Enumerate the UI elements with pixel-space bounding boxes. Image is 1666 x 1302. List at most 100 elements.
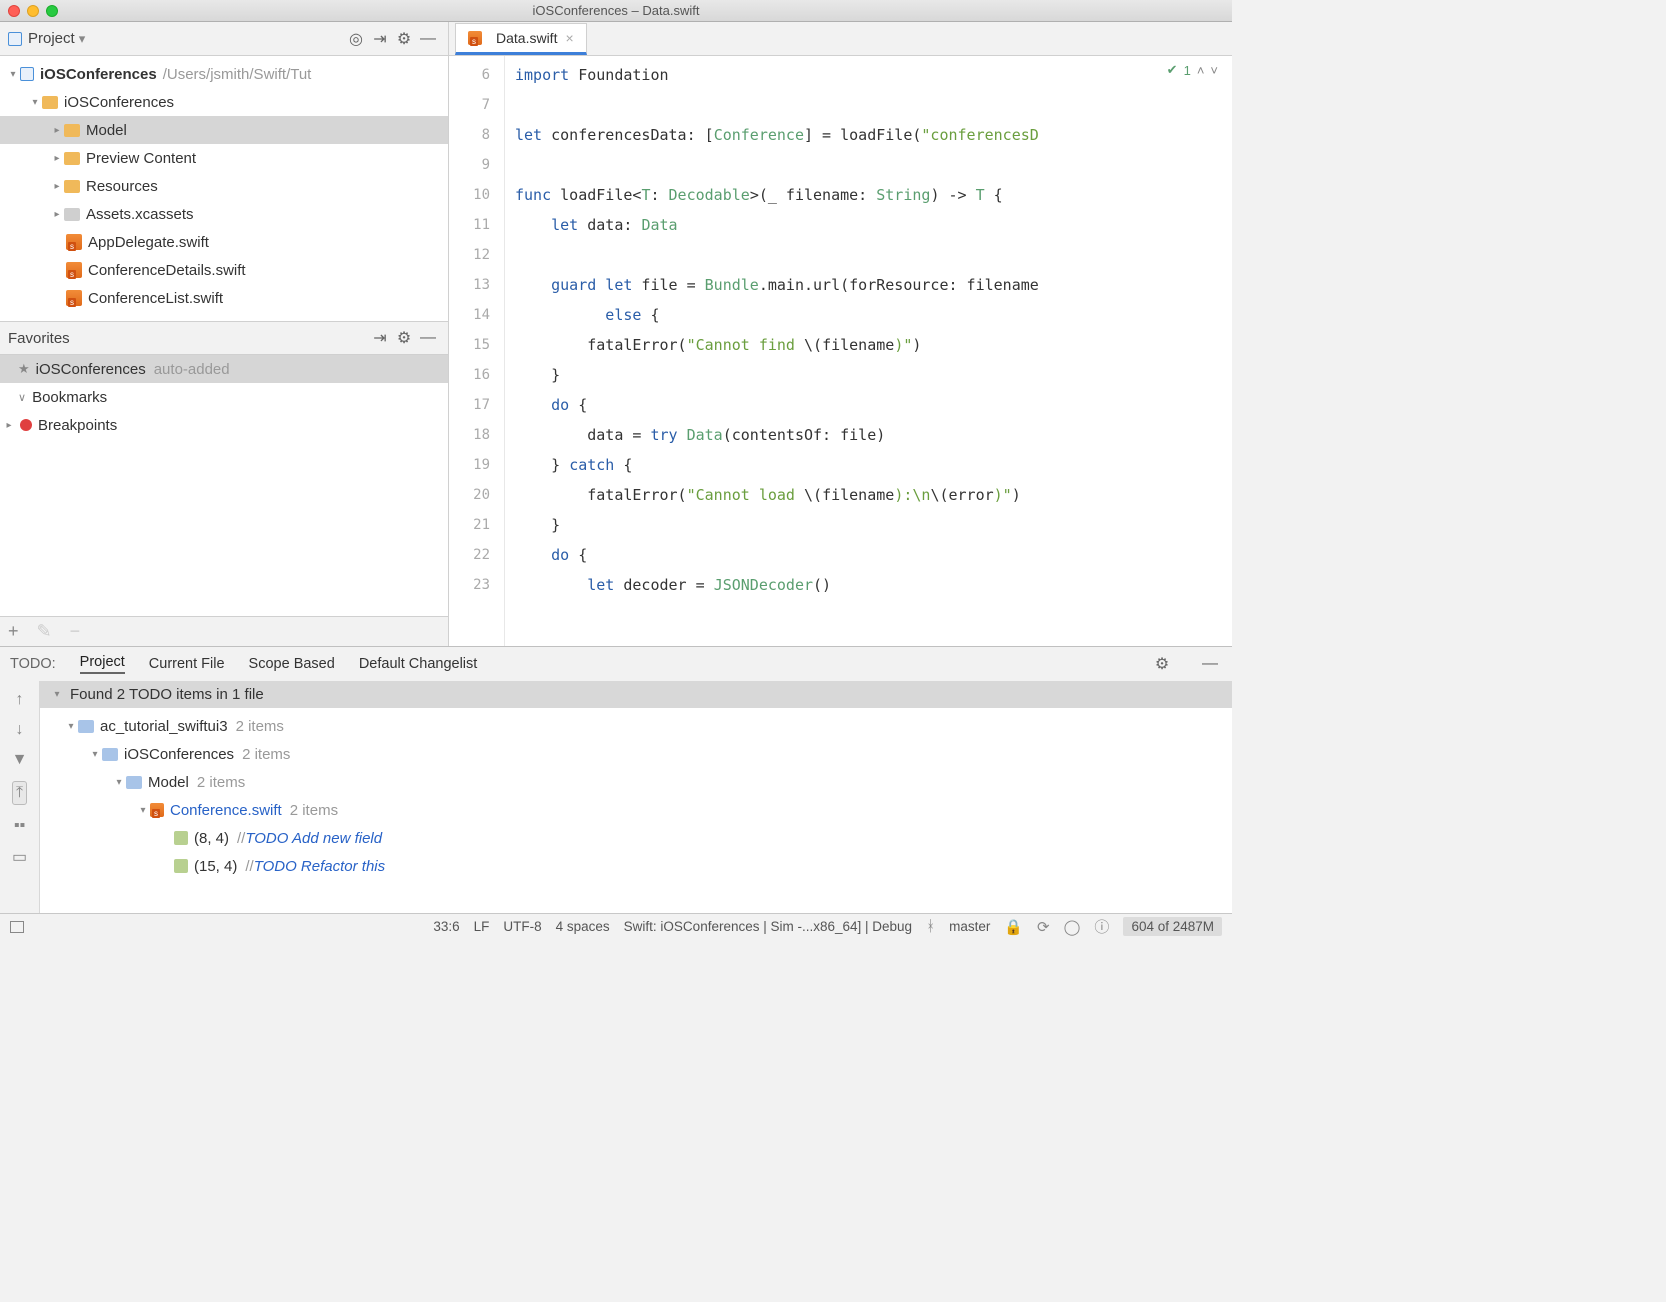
- chevron-down-icon[interactable]: ▾: [79, 31, 86, 47]
- collapse-icon[interactable]: ⇥: [368, 29, 392, 49]
- collapse-icon[interactable]: ⇥: [368, 328, 392, 348]
- chevron-down-icon[interactable]: ▾: [88, 749, 102, 760]
- sync-icon[interactable]: ⟳: [1037, 918, 1050, 936]
- tab-label: Data.swift: [496, 30, 557, 46]
- todo-tab-default-changelist[interactable]: Default Changelist: [359, 656, 478, 672]
- editor-body[interactable]: ✔ 1 ˄ ˅ 678 91011 121314 151617 181920 2…: [449, 56, 1232, 646]
- memory-indicator[interactable]: 604 of 2487M: [1123, 917, 1222, 936]
- chevron-down-icon[interactable]: ▾: [6, 69, 20, 80]
- minimize-window-button[interactable]: [27, 5, 39, 17]
- tree-item-preview-content[interactable]: ▸ Preview Content: [0, 144, 448, 172]
- breakpoint-icon: [20, 419, 32, 431]
- chevron-down-icon[interactable]: ▾: [50, 689, 64, 700]
- chevron-right-icon[interactable]: ▸: [50, 125, 64, 136]
- indent-setting[interactable]: 4 spaces: [556, 919, 610, 934]
- caret-position[interactable]: 33:6: [433, 919, 459, 934]
- prev-highlight-icon[interactable]: ˄: [1197, 63, 1205, 78]
- arrow-up-icon[interactable]: ↑: [16, 691, 24, 709]
- git-branch[interactable]: master: [949, 919, 990, 934]
- gear-icon[interactable]: ⚙: [1150, 654, 1174, 674]
- todo-content: ▾ Found 2 TODO items in 1 file ▾ ac_tuto…: [40, 681, 1232, 913]
- chevron-right-icon[interactable]: ▸: [50, 153, 64, 164]
- project-dropdown-icon[interactable]: [8, 32, 22, 46]
- tree-item-conferencedetails[interactable]: ConferenceDetails.swift: [0, 256, 448, 284]
- todo-tree[interactable]: ▾ ac_tutorial_swiftui3 2 items ▾ iOSConf…: [40, 708, 1232, 884]
- close-window-button[interactable]: [8, 5, 20, 17]
- chevron-right-icon[interactable]: ▸: [50, 209, 64, 220]
- chevron-down-icon[interactable]: ▾: [64, 721, 78, 732]
- tab-data-swift[interactable]: Data.swift ×: [455, 23, 587, 55]
- line-gutter[interactable]: 678 91011 121314 151617 181920 212223: [449, 56, 505, 646]
- todo-row-project[interactable]: ▾ ac_tutorial_swiftui3 2 items: [40, 712, 1232, 740]
- project-tree[interactable]: ▾ iOSConferences /Users/jsmith/Swift/Tut…: [0, 56, 448, 321]
- tree-item-conferencelist[interactable]: ConferenceList.swift: [0, 284, 448, 312]
- favorite-bookmarks[interactable]: ∨ Bookmarks: [0, 383, 448, 411]
- window-titlebar: iOSConferences – Data.swift: [0, 0, 1232, 22]
- chevron-down-icon[interactable]: ▾: [112, 777, 126, 788]
- project-sidebar: Project ▾ ◎ ⇥ ⚙ — ▾ iOSConferences /User…: [0, 22, 449, 646]
- info-icon[interactable]: ⓘ: [1094, 916, 1109, 937]
- assets-icon: [64, 208, 80, 221]
- project-view-label[interactable]: Project: [28, 30, 75, 47]
- statusbar-rect-icon[interactable]: [10, 921, 24, 933]
- tree-item-assets[interactable]: ▸ Assets.xcassets: [0, 200, 448, 228]
- chevron-down-icon[interactable]: ▾: [28, 97, 42, 108]
- bookmark-icon: ∨: [18, 391, 26, 404]
- todo-row-conference-swift[interactable]: ▾ Conference.swift 2 items: [40, 796, 1232, 824]
- star-icon: ★: [18, 361, 30, 377]
- line-ending[interactable]: LF: [474, 919, 490, 934]
- tree-root[interactable]: ▾ iOSConferences /Users/jsmith/Swift/Tut: [0, 60, 448, 88]
- add-icon[interactable]: +: [8, 621, 19, 642]
- gear-icon[interactable]: ⚙: [392, 29, 416, 49]
- todo-item-2[interactable]: (15, 4) // TODO Refactor this: [40, 852, 1232, 880]
- search-icon[interactable]: ◯: [1064, 918, 1081, 936]
- todo-tab-scope-based[interactable]: Scope Based: [249, 656, 335, 672]
- minimize-panel-icon[interactable]: —: [1198, 655, 1222, 673]
- todo-row-iosconferences[interactable]: ▾ iOSConferences 2 items: [40, 740, 1232, 768]
- inspection-widget[interactable]: ✔ 1 ˄ ˅: [1167, 62, 1218, 78]
- edit-icon[interactable]: ✎: [37, 621, 52, 642]
- group-icon[interactable]: ▪▪: [14, 817, 25, 835]
- minimize-panel-icon[interactable]: —: [416, 329, 440, 347]
- favorite-iosconferences[interactable]: ★ iOSConferences auto-added: [0, 355, 448, 383]
- chevron-right-icon[interactable]: ▸: [50, 181, 64, 192]
- chevron-down-icon[interactable]: ▾: [136, 805, 150, 816]
- arrow-down-icon[interactable]: ↓: [16, 721, 24, 739]
- remove-icon[interactable]: −: [70, 621, 81, 642]
- swift-file-icon: [150, 803, 164, 817]
- preview-icon[interactable]: ▭: [12, 847, 27, 867]
- zoom-window-button[interactable]: [46, 5, 58, 17]
- lock-icon[interactable]: 🔒: [1004, 918, 1023, 936]
- status-bar: 33:6 LF UTF-8 4 spaces Swift: iOSConfere…: [0, 913, 1232, 939]
- tree-item-iosconferences[interactable]: ▾ iOSConferences: [0, 88, 448, 116]
- locate-icon[interactable]: ◎: [344, 29, 368, 49]
- next-highlight-icon[interactable]: ˅: [1210, 63, 1218, 78]
- autoscroll-icon[interactable]: ⤒: [12, 781, 27, 805]
- todo-row-model[interactable]: ▾ Model 2 items: [40, 768, 1232, 796]
- todo-tabs: TODO: Project Current File Scope Based D…: [0, 647, 1232, 681]
- todo-tab-current-file[interactable]: Current File: [149, 656, 225, 672]
- close-icon[interactable]: ×: [565, 30, 573, 46]
- code-editor[interactable]: import Foundation let conferencesData: […: [505, 56, 1232, 646]
- tree-item-resources[interactable]: ▸ Resources: [0, 172, 448, 200]
- tree-item-appdelegate[interactable]: AppDelegate.swift: [0, 228, 448, 256]
- favorites-label: Favorites: [8, 330, 70, 347]
- folder-icon: [64, 152, 80, 165]
- gear-icon[interactable]: ⚙: [392, 328, 416, 348]
- file-encoding[interactable]: UTF-8: [503, 919, 541, 934]
- swift-file-icon: [66, 234, 82, 250]
- favorite-breakpoints[interactable]: ▸ Breakpoints: [0, 411, 448, 439]
- todo-item-1[interactable]: (8, 4) // TODO Add new field: [40, 824, 1232, 852]
- favorites-list: ★ iOSConferences auto-added ∨ Bookmarks …: [0, 355, 448, 616]
- chevron-right-icon[interactable]: ▸: [2, 420, 16, 431]
- filter-icon[interactable]: ▼: [12, 751, 28, 769]
- todo-line-icon: [174, 831, 188, 845]
- folder-icon: [102, 748, 118, 761]
- minimize-panel-icon[interactable]: —: [416, 30, 440, 48]
- todo-summary[interactable]: ▾ Found 2 TODO items in 1 file: [40, 681, 1232, 708]
- todo-tab-project[interactable]: Project: [80, 654, 125, 674]
- run-target[interactable]: Swift: iOSConferences | Sim -...x86_64] …: [624, 919, 912, 934]
- favorites-header: Favorites ⇥ ⚙ —: [0, 321, 448, 355]
- tree-item-model[interactable]: ▸ Model: [0, 116, 448, 144]
- editor-tabs: Data.swift ×: [449, 22, 1232, 56]
